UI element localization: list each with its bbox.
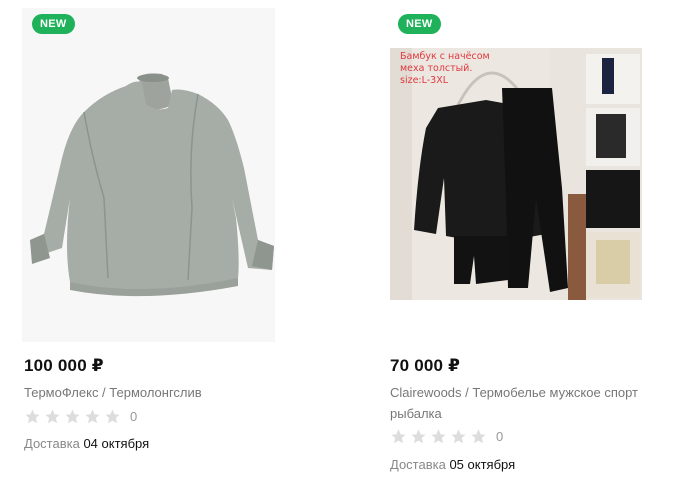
product-title[interactable]: ТермоФлекс / Термолонгслив bbox=[24, 382, 274, 403]
product-card[interactable]: Бамбук с начёсом меха толстый. size:L-3X… bbox=[390, 0, 660, 472]
photo-caption-line: size:L-3XL bbox=[400, 75, 449, 86]
star-icon bbox=[65, 409, 80, 424]
delivery-label: Доставка bbox=[390, 457, 446, 472]
product-image[interactable] bbox=[22, 8, 275, 342]
rating-count: 0 bbox=[130, 409, 138, 424]
star-icon bbox=[105, 409, 120, 424]
star-icon bbox=[431, 429, 446, 444]
star-icon bbox=[411, 429, 426, 444]
star-icon bbox=[471, 429, 486, 444]
product-card[interactable]: NEW 100 000 ₽ ТермоФлекс / Термолонгслив… bbox=[22, 0, 277, 451]
star-icon bbox=[25, 409, 40, 424]
photo-caption-line: меха толстый. bbox=[400, 63, 473, 74]
product-price: 70 000 ₽ bbox=[390, 356, 461, 375]
new-badge: NEW bbox=[32, 14, 75, 34]
star-icon bbox=[391, 429, 406, 444]
delivery-info: Доставка 05 октября bbox=[390, 457, 515, 472]
star-icon bbox=[45, 409, 60, 424]
product-rating: 0 bbox=[24, 408, 137, 425]
product-price: 100 000 ₽ bbox=[24, 356, 104, 375]
photo-caption-line: Бамбук с начёсом bbox=[400, 51, 490, 62]
star-icon bbox=[85, 409, 100, 424]
delivery-date: 04 октября bbox=[83, 436, 150, 451]
rating-count: 0 bbox=[496, 429, 504, 444]
product-image[interactable]: Бамбук с начёсом меха толстый. size:L-3X… bbox=[390, 48, 642, 300]
star-icon bbox=[451, 429, 466, 444]
product-title[interactable]: Clairewoods / Термобелье мужское спорт р… bbox=[390, 382, 655, 424]
new-badge: NEW bbox=[398, 14, 441, 34]
product-rating: 0 bbox=[390, 428, 503, 445]
delivery-date: 05 октября bbox=[449, 457, 516, 472]
delivery-info: Доставка 04 октября bbox=[24, 436, 149, 451]
delivery-label: Доставка bbox=[24, 436, 80, 451]
